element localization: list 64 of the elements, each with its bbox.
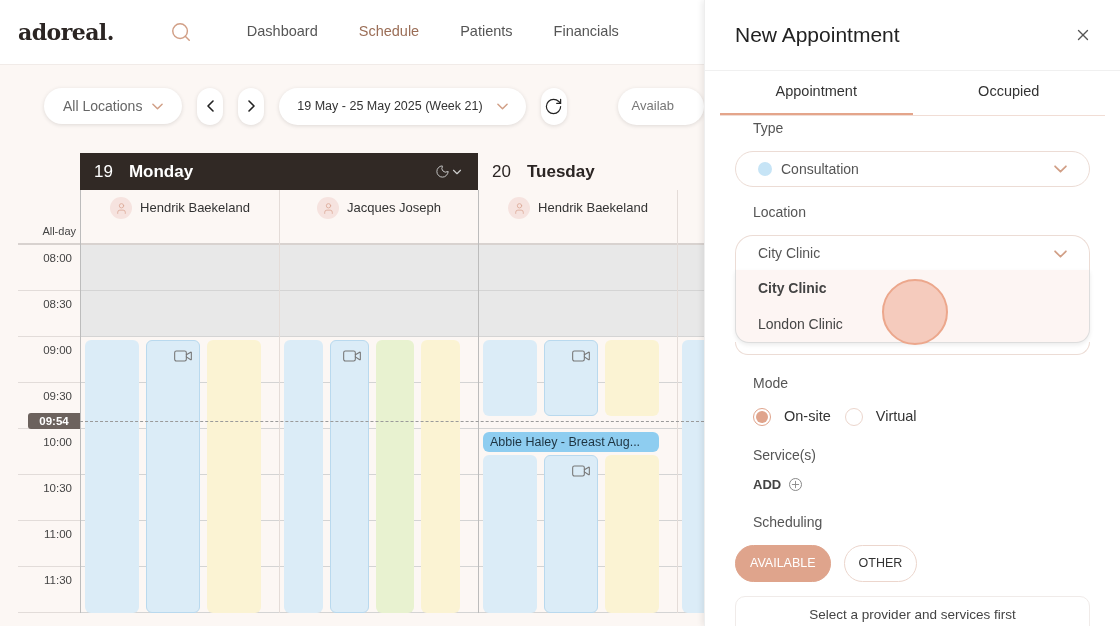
- mode-radio[interactable]: Virtual: [844, 406, 917, 428]
- day-weekday: Tuesday: [526, 160, 596, 183]
- time-label: 08:30: [43, 297, 72, 311]
- day-weekday: Monday: [128, 160, 195, 183]
- time-label: 11:00: [44, 527, 72, 541]
- time-label: 11:30: [44, 573, 72, 587]
- avatar-icon: [110, 197, 133, 219]
- nav-link[interactable]: Dashboard: [246, 21, 318, 43]
- time-label: 09:00: [43, 343, 72, 357]
- time-label: 10:30: [43, 481, 72, 495]
- provider-name: Jacques Joseph: [347, 199, 441, 217]
- location-dropdown[interactable]: All Locations: [44, 88, 183, 124]
- refresh-icon: [544, 96, 564, 116]
- day-header[interactable]: 19 Monday: [80, 153, 478, 190]
- unavailable-time-slot[interactable]: [81, 245, 279, 291]
- location-option[interactable]: City Clinic: [736, 270, 1089, 306]
- scheduling-option[interactable]: OTHER: [843, 545, 918, 583]
- type-label: Type: [752, 119, 785, 138]
- avatar-icon: [508, 197, 531, 219]
- time-label: 08:00: [43, 251, 72, 265]
- nav-link[interactable]: Financials: [553, 21, 619, 43]
- time-label: 10:00: [43, 435, 72, 449]
- chevron-down-icon: [1054, 249, 1067, 258]
- search-icon[interactable]: [169, 21, 192, 43]
- availability-button[interactable]: Availab: [617, 87, 704, 125]
- mode-label: Mode: [752, 374, 790, 393]
- panel-tab[interactable]: Appointment: [720, 71, 913, 115]
- all-day-label: All-day: [42, 223, 76, 239]
- provider-name: Hendrik Baekeland: [538, 199, 648, 217]
- day-date: 20: [492, 160, 511, 183]
- unavailable-time-slot[interactable]: [280, 245, 478, 291]
- unavailable-time-slot[interactable]: [280, 291, 478, 337]
- location-label: Location: [752, 203, 807, 222]
- availability-message: Select a provider and services first: [809, 607, 1016, 624]
- unavailable-time-slot[interactable]: [81, 291, 279, 337]
- scheduling-label: Scheduling: [752, 513, 824, 533]
- current-time-badge: 09:54: [28, 413, 80, 429]
- moon-dropdown-icon[interactable]: [435, 164, 464, 179]
- add-service-button[interactable]: ADD: [753, 474, 803, 495]
- chevron-left-icon: [206, 100, 214, 112]
- appointment-event[interactable]: Abbie Haley - Breast Aug...: [483, 432, 659, 452]
- previous-button[interactable]: [197, 87, 224, 125]
- day-header[interactable]: 20 Tuesday: [478, 153, 704, 190]
- chevron-right-icon: [247, 100, 255, 112]
- nav-link[interactable]: Schedule: [358, 21, 420, 43]
- unavailable-time-slot[interactable]: [479, 245, 677, 291]
- avatar-icon: [317, 197, 339, 219]
- date-range-dropdown[interactable]: 19 May - 25 May 2025 (Week 21): [279, 87, 526, 125]
- chevron-down-icon: [496, 102, 508, 110]
- refresh-button[interactable]: [540, 87, 567, 125]
- services-label: Service(s): [752, 445, 817, 465]
- location-option[interactable]: London Clinic: [736, 306, 1089, 342]
- provider-name: Hendrik Baekeland: [140, 199, 250, 217]
- time-label: 09:30: [43, 389, 72, 403]
- chevron-down-icon: [1054, 165, 1067, 173]
- chevron-down-icon: [152, 102, 164, 110]
- mode-radio[interactable]: On-site: [753, 406, 831, 428]
- unavailable-time-slot[interactable]: [479, 291, 677, 337]
- logo[interactable]: adoreal.: [18, 15, 114, 49]
- panel-tab[interactable]: Occupied: [912, 71, 1105, 115]
- next-button[interactable]: [238, 87, 265, 125]
- nav-link[interactable]: Patients: [460, 21, 513, 43]
- day-date: 19: [94, 160, 113, 183]
- panel-title: New Appointment: [735, 22, 900, 49]
